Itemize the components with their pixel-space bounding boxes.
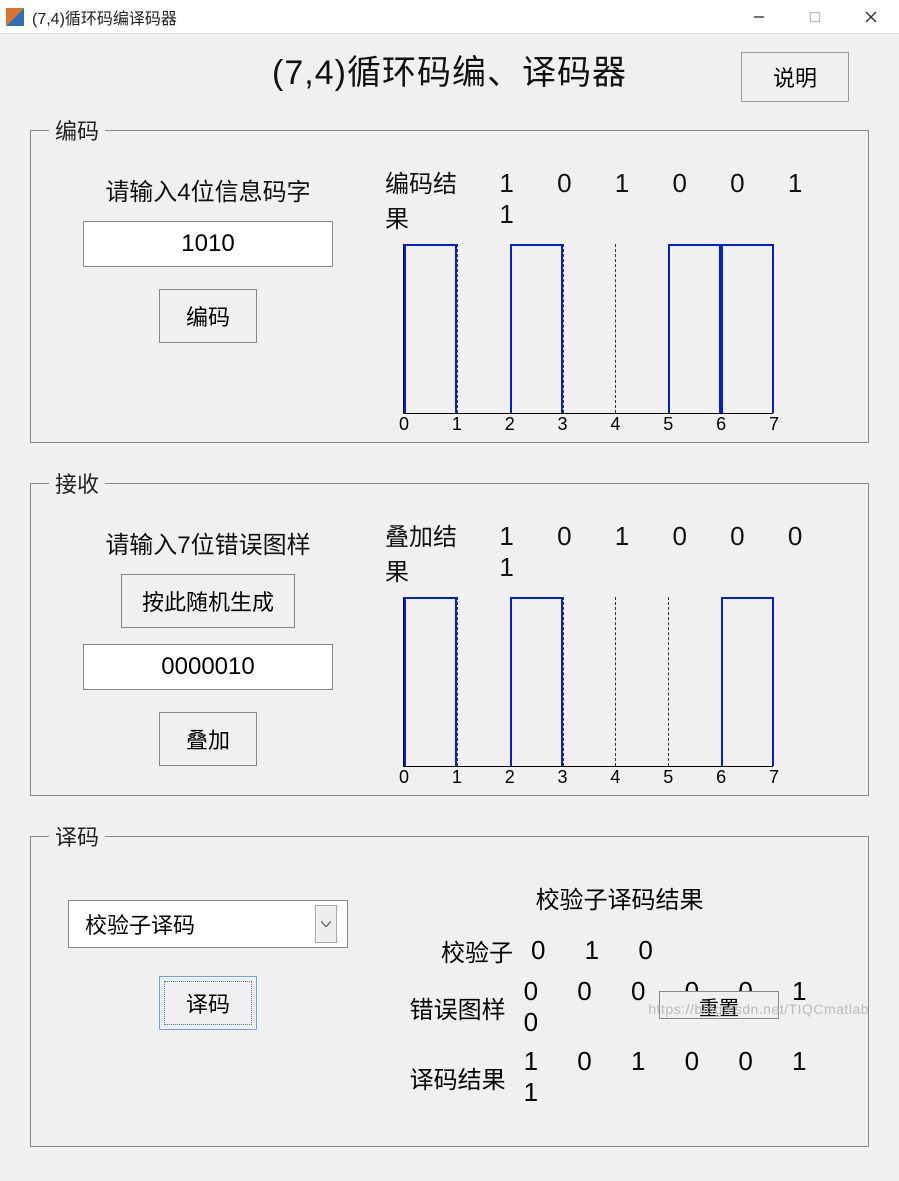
encode-result-bits: 1 0 1 0 0 1 1 bbox=[499, 168, 856, 230]
page-title: (7,4)循环码编、译码器 bbox=[272, 45, 627, 94]
decode-method-select[interactable]: 校验子译码 bbox=[68, 900, 348, 948]
encode-chart: 01234567 bbox=[393, 244, 773, 434]
encode-panel: 编码 请输入4位信息码字 1010 编码 编码结果 1 0 1 0 0 1 1 … bbox=[30, 114, 869, 443]
reset-button[interactable]: 重置 bbox=[659, 991, 779, 1019]
overlay-result-bits: 1 0 1 0 0 0 1 bbox=[499, 521, 856, 583]
maximize-button[interactable] bbox=[787, 0, 843, 34]
titlebar: (7,4)循环码编译码器 bbox=[0, 0, 899, 34]
decode-panel: 译码 校验子译码 译码 校验子译码结果 校验子 0 1 0 错误图样 bbox=[30, 820, 869, 1147]
close-button[interactable] bbox=[843, 0, 899, 34]
encode-prompt: 请输入4位信息码字 bbox=[105, 172, 310, 207]
error-pattern-input[interactable]: 0000010 bbox=[83, 644, 333, 690]
encode-result-label: 编码结果 bbox=[385, 164, 475, 234]
overlay-result-label: 叠加结果 bbox=[385, 517, 475, 587]
receive-legend: 接收 bbox=[49, 467, 105, 499]
chevron-down-icon bbox=[315, 905, 337, 943]
syndrome-label: 校验子 bbox=[383, 933, 513, 968]
encode-input[interactable]: 1010 bbox=[83, 221, 333, 267]
window-title: (7,4)循环码编译码器 bbox=[32, 5, 177, 29]
overlay-button[interactable]: 叠加 bbox=[159, 712, 257, 766]
decode-legend: 译码 bbox=[49, 820, 105, 852]
encode-legend: 编码 bbox=[49, 114, 105, 146]
encode-button[interactable]: 编码 bbox=[159, 289, 257, 343]
receive-prompt: 请输入7位错误图样 bbox=[105, 525, 310, 560]
receive-chart: 01234567 bbox=[393, 597, 773, 787]
receive-panel: 接收 请输入7位错误图样 按此随机生成 0000010 叠加 叠加结果 1 0 … bbox=[30, 467, 869, 796]
app-icon bbox=[6, 8, 24, 26]
error-pattern-label: 错误图样 bbox=[383, 990, 506, 1025]
help-button[interactable]: 说明 bbox=[741, 52, 849, 102]
decode-method-value: 校验子译码 bbox=[85, 908, 195, 940]
minimize-button[interactable] bbox=[731, 0, 787, 34]
random-button[interactable]: 按此随机生成 bbox=[121, 574, 295, 628]
decoded-label: 译码结果 bbox=[383, 1060, 506, 1095]
decoded-bits: 1 0 1 0 0 1 1 bbox=[524, 1046, 856, 1108]
decode-button[interactable]: 译码 bbox=[159, 976, 257, 1030]
decode-result-title: 校验子译码结果 bbox=[383, 880, 856, 915]
syndrome-bits: 0 1 0 bbox=[531, 935, 669, 966]
